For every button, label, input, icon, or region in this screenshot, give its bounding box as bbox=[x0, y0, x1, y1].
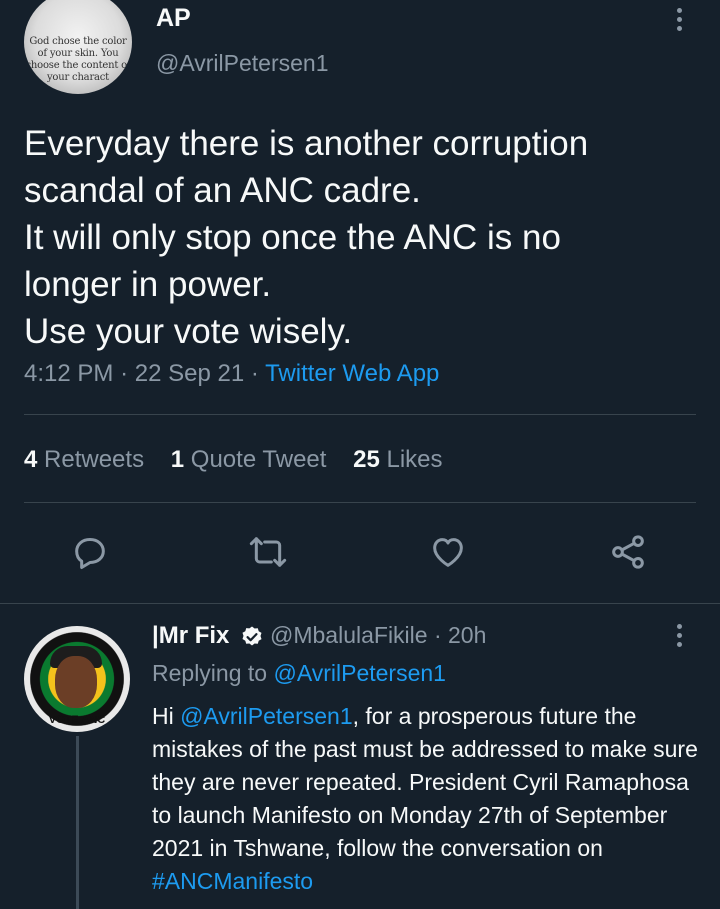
meta-separator: · bbox=[120, 360, 129, 387]
reply-greeting: Hi bbox=[152, 703, 181, 729]
tweet-time[interactable]: 4:12 PM bbox=[24, 360, 113, 387]
tweet-stats: 4 Retweets 1 Quote Tweet 25 Likes bbox=[24, 446, 463, 474]
tweet-meta: 4:12 PM · 22 Sep 21 · Twitter Web App bbox=[24, 360, 439, 388]
likes-stat[interactable]: 25 Likes bbox=[353, 446, 442, 473]
share-icon[interactable] bbox=[608, 532, 648, 572]
replying-to: Replying to @AvrilPetersen1 bbox=[152, 660, 446, 687]
avatar-caption: God chose the color of your skin. You ch… bbox=[25, 36, 131, 83]
thread-line bbox=[76, 736, 79, 909]
likes-count: 25 bbox=[353, 446, 380, 473]
retweets-stat[interactable]: 4 Retweets bbox=[24, 446, 144, 473]
like-icon[interactable] bbox=[428, 532, 468, 572]
divider bbox=[24, 414, 696, 415]
reply-icon[interactable] bbox=[70, 532, 110, 572]
avatar-face bbox=[55, 656, 97, 708]
reply-author-handle[interactable]: @MbalulaFikile bbox=[270, 622, 428, 648]
reply-more-options-icon[interactable] bbox=[677, 624, 685, 651]
verified-badge-icon bbox=[240, 625, 264, 649]
tweet-date[interactable]: 22 Sep 21 bbox=[135, 360, 244, 387]
tweet-text: Everyday there is another corruption sca… bbox=[24, 124, 589, 351]
quotes-count: 1 bbox=[170, 446, 185, 473]
quotes-stat[interactable]: 1 Quote Tweet bbox=[171, 446, 327, 473]
divider bbox=[24, 502, 696, 503]
tweet-source[interactable]: Twitter Web App bbox=[265, 360, 439, 387]
divider bbox=[0, 603, 720, 604]
reply-text: Hi @AvrilPetersen1, for a prosperous fut… bbox=[152, 700, 712, 898]
author-avatar[interactable]: God chose the color of your skin. You ch… bbox=[24, 0, 132, 94]
reply-hashtag[interactable]: #ANCManifesto bbox=[152, 868, 313, 894]
likes-label: Likes bbox=[386, 446, 443, 473]
reply-mention[interactable]: @AvrilPetersen1 bbox=[180, 703, 353, 729]
more-options-icon[interactable] bbox=[677, 8, 685, 35]
author-handle[interactable]: @AvrilPetersen1 bbox=[156, 50, 329, 77]
quotes-label: Quote Tweet bbox=[190, 446, 327, 473]
meta-separator: · bbox=[250, 360, 259, 387]
reply-author-name[interactable]: |Mr Fix bbox=[152, 622, 229, 650]
reply-time[interactable]: · 20h bbox=[434, 622, 486, 648]
reply-author-handle-line: @MbalulaFikile · 20h bbox=[270, 622, 486, 649]
avatar-caption: VOTE ANC bbox=[48, 714, 106, 726]
author-name[interactable]: AP bbox=[156, 4, 191, 33]
replying-to-label: Replying to bbox=[152, 660, 268, 686]
retweet-icon[interactable] bbox=[248, 532, 288, 572]
retweets-label: Retweets bbox=[44, 446, 145, 473]
replying-to-handle[interactable]: @AvrilPetersen1 bbox=[273, 660, 446, 686]
reply-author-avatar[interactable]: VOTE ANC bbox=[24, 626, 130, 732]
retweets-count: 4 bbox=[24, 446, 38, 473]
